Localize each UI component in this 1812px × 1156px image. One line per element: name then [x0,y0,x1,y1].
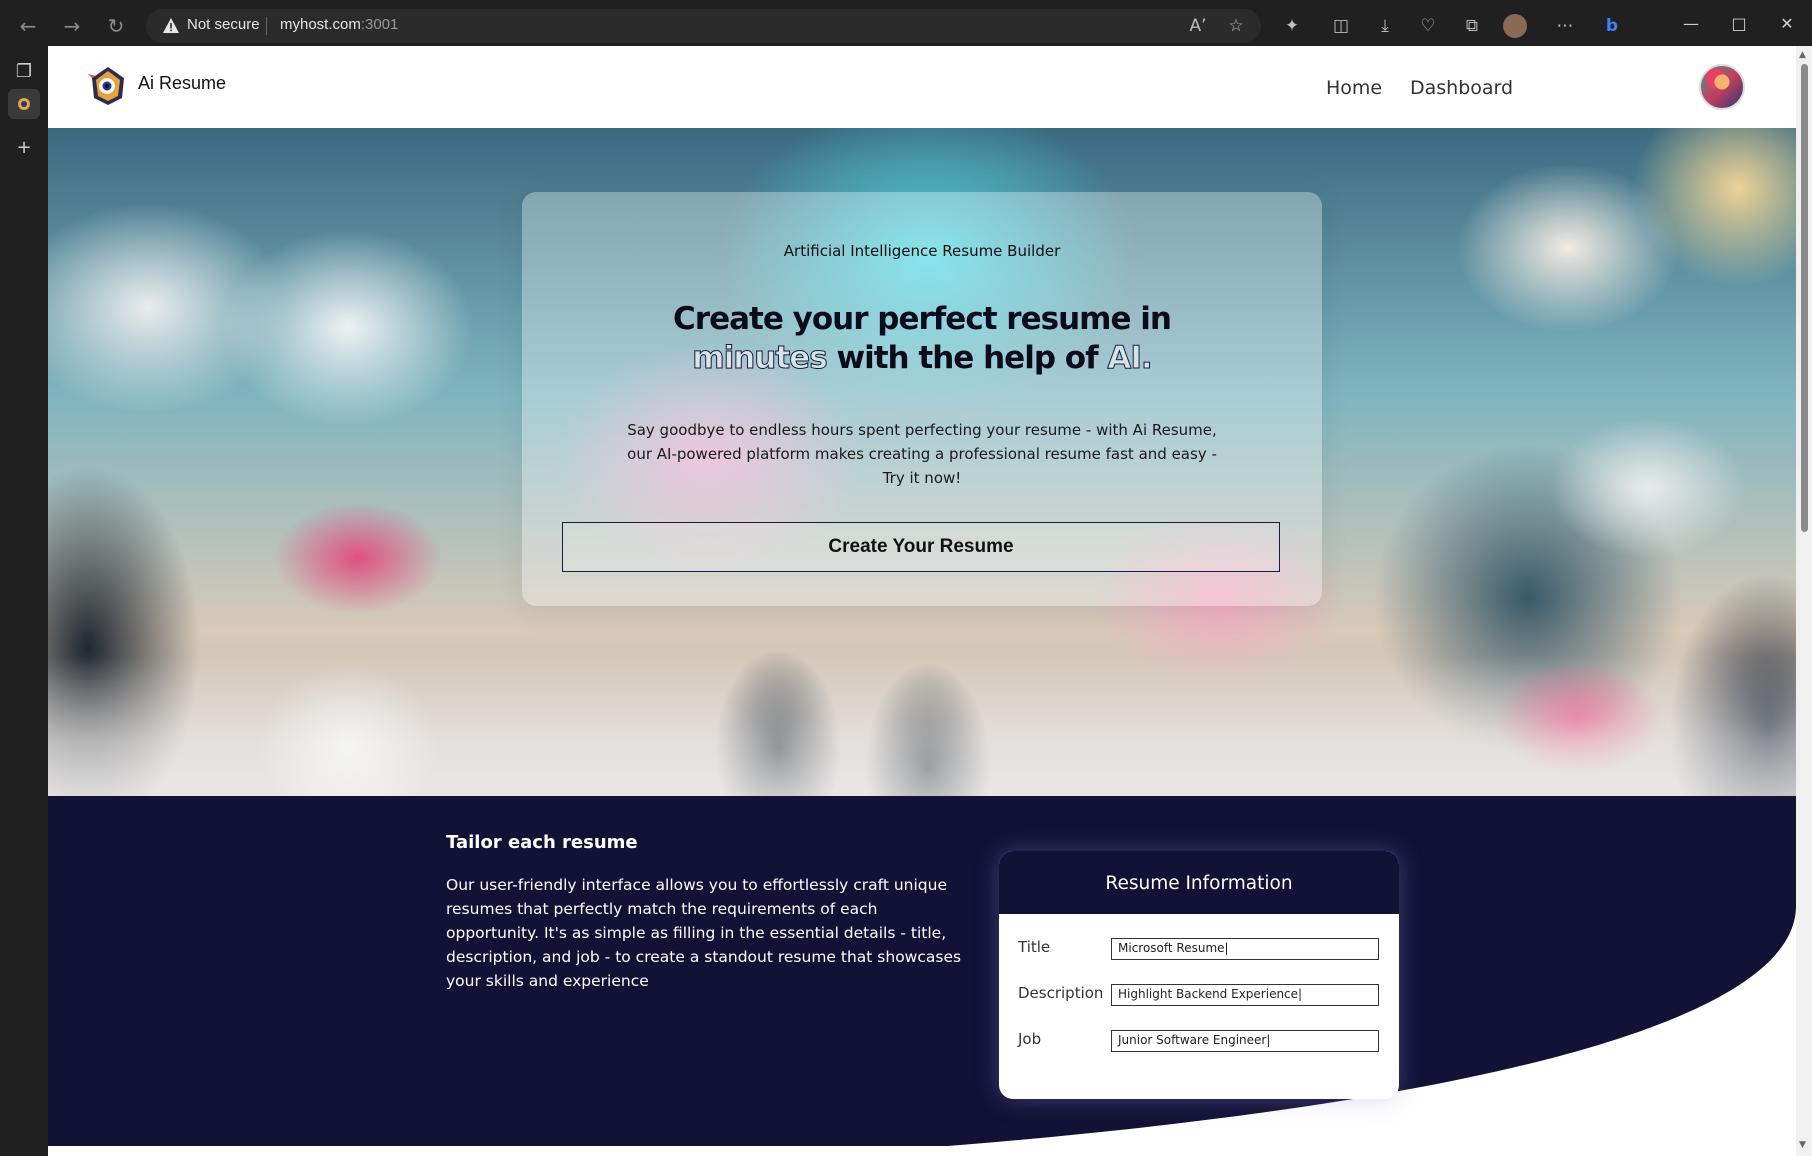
url-text[interactable]: myhost.com:3001 [280,16,398,33]
url-host: myhost.com [280,16,361,33]
close-icon[interactable]: ✕ [1764,6,1810,40]
hero-title-part2: with the help of [826,340,1108,376]
tab-actions-icon[interactable]: ❐ [8,56,40,86]
feature-text: Our user-friendly interface allows you t… [446,876,962,990]
hero-card: Artificial Intelligence Resume Builder C… [522,192,1322,606]
resume-card-heading: Resume Information [999,851,1399,914]
hero-title: Create your perfect resume in minutes wi… [622,300,1222,378]
brand-name[interactable]: Ai Resume [138,73,226,94]
scroll-thumb[interactable] [1801,64,1808,532]
feature-title: Tailor each resume [446,832,638,853]
description-input[interactable]: Highlight Backend Experience| [1111,984,1379,1006]
health-icon[interactable]: ♡ [1413,11,1443,41]
maximize-icon[interactable]: □ [1716,6,1762,40]
brand-logo-icon[interactable] [86,64,130,108]
hero-title-highlight-ai: AI. [1107,340,1153,377]
downloads-icon[interactable]: ⤓ [1370,11,1400,41]
active-tab-favicon[interactable] [8,89,40,119]
tab-logo-icon [18,98,30,110]
hero-section: Artificial Intelligence Resume Builder C… [48,128,1796,796]
refresh-icon[interactable]: ↻ [98,10,134,42]
resume-information-card: Resume Information Title Microsoft Resum… [999,851,1399,1099]
security-label[interactable]: Not secure [187,16,260,33]
nav-home-link[interactable]: Home [1326,77,1382,99]
read-aloud-icon[interactable]: A’ [1186,14,1210,38]
address-bar[interactable]: Not secure myhost.com:3001 A’ ☆ [146,9,1261,43]
job-label: Job [1018,1030,1042,1048]
url-port: :3001 [360,16,399,33]
hero-title-highlight-minutes: minutes [692,340,828,377]
bing-icon[interactable]: b [1597,11,1627,41]
hero-eyebrow: Artificial Intelligence Resume Builder [783,242,1061,260]
collections-icon[interactable]: ⧉ [1457,11,1487,41]
new-tab-icon[interactable]: + [8,132,40,162]
site-header: Ai Resume Home Dashboard [48,46,1796,129]
page-viewport: Ai Resume Home Dashboard Artificial Inte… [48,46,1796,1156]
page-bottom-strip [48,1146,1796,1156]
scroll-down-icon[interactable]: ▼ [1799,1140,1806,1150]
hero-title-part1: Create your perfect resume in [673,301,1172,337]
browser-sidebar: ❐ + [0,46,48,1156]
title-input[interactable]: Microsoft Resume| [1111,938,1379,960]
description-label: Description [1018,984,1104,1002]
nav-dashboard-link[interactable]: Dashboard [1410,77,1513,99]
hero-description: Say goodbye to endless hours spent perfe… [627,421,1217,487]
browser-titlebar: ← → ↻ Not secure myhost.com:3001 A’ ☆ ✦ … [0,0,1812,46]
feature-section: Tailor each resume Our user-friendly int… [48,796,1796,1146]
warning-icon [163,18,179,33]
hero-fade-overlay [48,656,1796,796]
scroll-up-icon[interactable]: ▲ [1799,50,1806,60]
title-label: Title [1018,938,1051,956]
extensions-icon[interactable]: ✦ [1277,11,1307,41]
minimize-icon[interactable]: — [1668,6,1714,40]
forward-icon[interactable]: → [54,10,90,42]
split-screen-icon[interactable]: ◫ [1326,11,1356,41]
profile-icon[interactable] [1503,14,1527,38]
job-input[interactable]: Junior Software Engineer| [1111,1030,1379,1052]
address-separator [266,17,267,35]
user-avatar[interactable] [1699,64,1745,110]
favorite-star-icon[interactable]: ☆ [1224,14,1248,38]
page-scrollbar[interactable]: ▲ ▼ [1796,46,1812,1156]
back-icon[interactable]: ← [10,10,46,42]
more-icon[interactable]: ⋯ [1550,11,1580,41]
create-resume-button[interactable]: Create Your Resume [562,522,1280,572]
